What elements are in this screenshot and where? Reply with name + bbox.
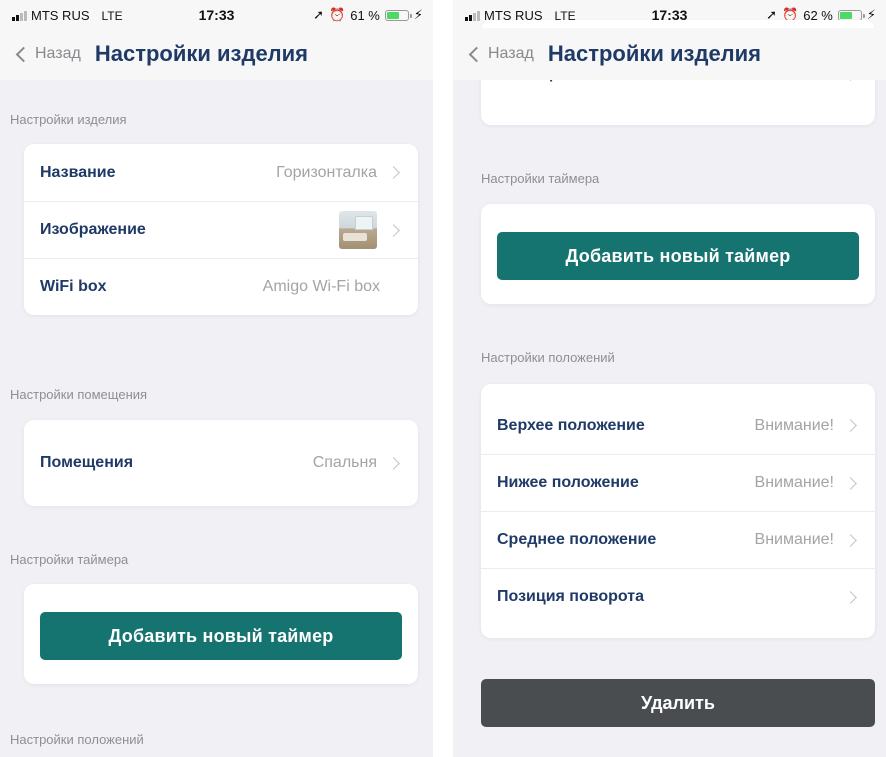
row-value: Горизонталка	[276, 163, 377, 181]
row-label: Название	[40, 163, 116, 181]
left-screen: MTS RUS LTE 17:33 ➚ ⏰ 61 % ⚡ Назад Настр…	[0, 0, 433, 757]
status-bar: MTS RUS LTE 17:33 ➚ ⏰ 61 % ⚡	[0, 0, 433, 28]
chevron-right-icon	[844, 533, 857, 547]
row-label: Помещения	[40, 454, 134, 471]
chevron-left-icon	[15, 46, 32, 62]
back-label: Назад	[35, 45, 81, 62]
row-image[interactable]: Изображение	[24, 201, 418, 258]
section-label-positions: Настройки положений	[481, 350, 615, 365]
page-title: Настройки изделия	[94, 41, 309, 66]
section-label-timer: Настройки таймера	[481, 171, 600, 186]
battery-icon	[384, 9, 412, 21]
navigation-bar: Назад Настройки изделия	[0, 28, 433, 80]
row-bottom-position[interactable]: Нижее положение Внимание!	[481, 454, 875, 511]
product-settings-card: Название Горизонталка Изображение WiFi b…	[24, 144, 418, 315]
row-value: Внимание!	[754, 474, 834, 491]
chevron-right-icon	[844, 419, 857, 432]
back-button[interactable]: Назад	[12, 45, 81, 63]
chevron-right-icon	[387, 223, 400, 237]
timer-settings-card: Добавить новый таймер	[24, 584, 418, 684]
add-timer-button[interactable]: Добавить новый таймер	[497, 232, 859, 280]
room-settings-card: Помещения Спальня	[24, 420, 418, 506]
chevron-right-icon	[844, 476, 857, 490]
chevron-right-icon	[844, 590, 857, 604]
battery-icon	[837, 9, 865, 21]
navigation-bar: Назад Настройки изделия	[453, 28, 886, 80]
row-label: Позиция поворота	[497, 588, 645, 605]
row-name[interactable]: Название Горизонталка	[24, 144, 418, 201]
row-value: Внимание!	[754, 531, 834, 548]
delete-button[interactable]: Удалить	[481, 679, 875, 727]
right-screen: MTS RUS LTE 17:33 ➚ ⏰ 62 % ⚡ Помещения С…	[453, 0, 886, 757]
row-rotation-position[interactable]: Позиция поворота	[481, 568, 875, 625]
position-settings-card: Верхее положение Внимание! Нижее положен…	[481, 384, 875, 638]
location-icon: ➚	[313, 7, 325, 22]
row-label: WiFi box	[40, 278, 107, 295]
battery-percent: 61 %	[350, 7, 380, 23]
row-label: Изображение	[40, 221, 146, 238]
row-label: Нижее положение	[497, 474, 639, 491]
alarm-icon: ⏰	[329, 7, 346, 22]
page-title: Настройки изделия	[547, 41, 762, 66]
row-middle-position[interactable]: Среднее положение Внимание!	[481, 511, 875, 568]
row-label: Верхее положение	[497, 416, 645, 434]
settings-content[interactable]: Настройки изделия Название Горизонталка …	[0, 80, 433, 757]
chevron-left-icon	[468, 46, 485, 62]
row-wifi-box: WiFi box Amigo Wi-Fi box	[24, 258, 418, 315]
section-label-positions: Настройки положений	[10, 732, 144, 747]
product-image-thumbnail	[339, 211, 377, 249]
row-label: Среднее положение	[497, 531, 657, 548]
timer-settings-card: Добавить новый таймер	[481, 204, 875, 304]
back-button[interactable]: Назад	[465, 45, 534, 63]
back-label: Назад	[488, 45, 534, 62]
row-top-position[interactable]: Верхее положение Внимание!	[481, 397, 875, 454]
row-value: Внимание!	[754, 416, 834, 434]
row-value: Спальня	[312, 454, 377, 471]
settings-content[interactable]: Помещения Спальня Настройки таймера Доба…	[453, 20, 886, 757]
section-label-timer: Настройки таймера	[10, 552, 129, 567]
row-value: Amigo Wi-Fi box	[262, 278, 380, 295]
chevron-right-icon	[387, 456, 400, 470]
row-room[interactable]: Помещения Спальня	[24, 420, 418, 506]
section-label-product: Настройки изделия	[10, 112, 127, 127]
chevron-right-icon	[387, 166, 400, 179]
add-timer-button[interactable]: Добавить новый таймер	[40, 612, 402, 660]
section-label-room: Настройки помещения	[10, 387, 148, 402]
charging-icon: ⚡	[413, 7, 423, 22]
